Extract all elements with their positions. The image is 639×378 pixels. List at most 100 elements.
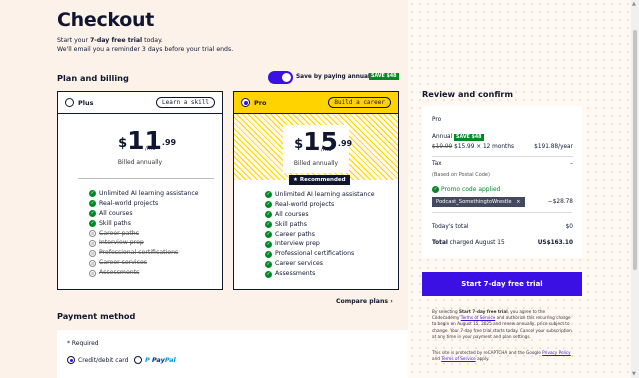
compare-plans-label: Compare plans xyxy=(336,298,389,305)
subtitle-bold: 7-day free trial xyxy=(89,37,143,44)
feature-item: ✓ Unlimited AI learning assistance xyxy=(89,189,199,199)
feature-text: Career services xyxy=(99,259,148,267)
feature-list: ✓ Unlimited AI learning assistance ✓ Real-w… xyxy=(265,190,375,279)
feature-item: ✓ Professional certifications xyxy=(265,249,375,259)
feature-text: Skill paths xyxy=(275,220,307,228)
recommended-badge: ★ Recommended xyxy=(289,175,350,185)
price-cents: .99 xyxy=(161,138,177,147)
recaptcha-b: and xyxy=(432,356,442,362)
subtitle-suffix: today. xyxy=(142,37,163,44)
plan-card-plus[interactable]: Plus Learn a skill $11.99 /mo Billed ann… xyxy=(57,91,223,290)
recommended-label: Recommended xyxy=(299,177,346,183)
review-card: Pro Annual SAVE $48 $19.99 $15.99 × 12 m… xyxy=(422,106,582,258)
currency-symbol: $ xyxy=(294,137,304,152)
feature-text: Interview prep xyxy=(99,239,144,247)
scroll-up-icon[interactable]: ▲ xyxy=(632,1,636,7)
check-circle-icon: ✓ xyxy=(265,270,272,278)
feature-text: Assessments xyxy=(275,270,316,278)
paypal-word-a: Pay xyxy=(152,356,165,364)
paypal-word-b: Pal xyxy=(164,356,176,364)
card-label[interactable]: Credit/debit card xyxy=(78,357,128,364)
feature-item: ✓ Skill paths xyxy=(89,219,199,229)
check-circle-icon: ✓ xyxy=(265,191,272,199)
plan-tag: Build a career xyxy=(328,97,391,108)
paypal-radio[interactable] xyxy=(134,356,142,364)
lock-circle-icon: ⊘ xyxy=(89,259,96,267)
payment-method-card: * Required Credit/debit card P PayPal xyxy=(57,330,408,378)
check-circle-icon: ✓ xyxy=(89,190,96,198)
promo-code: Podcast_SomethingtoWrestle xyxy=(436,199,512,205)
annual-total: $191.88/year xyxy=(534,144,573,150)
check-circle-icon: ✓ xyxy=(265,231,272,238)
feature-text: Assessments xyxy=(99,269,140,277)
card-radio[interactable] xyxy=(67,356,75,364)
scroll-thumb[interactable] xyxy=(633,30,637,270)
feature-item: ⊘ Professional certifications xyxy=(89,248,199,258)
plan-billing-title: Plan and billing xyxy=(57,73,129,83)
divider xyxy=(432,212,572,213)
reminder-subtitle: We'll email you a reminder 3 days before… xyxy=(57,46,234,53)
feature-item: ✓ Real-world projects xyxy=(89,199,199,209)
promo-code-chip: Podcast_SomethingtoWrestle × xyxy=(432,197,525,207)
annual-label: Annual xyxy=(432,134,453,140)
feature-text: Professional certifications xyxy=(99,249,179,257)
feature-item: ✓ Unlimited AI learning assistance xyxy=(265,190,375,200)
tax-note: (Based on Postal Code) xyxy=(432,172,490,178)
billed-note: Billed annually xyxy=(293,160,339,167)
plan-card-pro[interactable]: Pro Build a career $15.99 /mo Billed ann… xyxy=(233,91,399,290)
recaptcha-a: This site is protected by reCAPTCHA and … xyxy=(432,350,543,355)
new-price: $15.99 × 12 months xyxy=(454,144,515,150)
feature-item: ✓ Career paths xyxy=(265,230,375,240)
scroll-down-icon[interactable]: ▼ xyxy=(632,371,636,377)
feature-text: Interview prep xyxy=(275,240,320,248)
terms-a: By selecting xyxy=(432,309,459,314)
close-icon[interactable]: × xyxy=(516,199,520,205)
feature-text: All courses xyxy=(99,209,133,217)
feature-item: ⊘ Career paths xyxy=(89,229,199,239)
promo-applied-label: Promo code applied xyxy=(441,186,501,193)
start-trial-button[interactable]: Start 7-day free trial xyxy=(422,272,582,296)
total-bold: Total xyxy=(432,240,448,246)
feature-list: ✓ Unlimited AI learning assistance ✓ Real-w… xyxy=(89,189,199,278)
check-circle-icon: ✓ xyxy=(265,240,272,248)
plan-radio-pro[interactable] xyxy=(241,98,250,107)
price-box: $11.99 /mo Billed annually xyxy=(107,124,177,172)
check-circle-icon: ✓ xyxy=(89,210,96,218)
review-title: Review and confirm xyxy=(422,89,513,99)
privacy-policy-link[interactable]: Privacy Policy xyxy=(542,350,571,355)
today-total-label: Today's total xyxy=(432,224,469,230)
promo-status: ✓ Promo code applied xyxy=(432,186,500,193)
plan-name: Pro xyxy=(254,99,267,107)
feature-text: Skill paths xyxy=(99,219,131,227)
old-price: $19.99 xyxy=(432,144,453,150)
compare-plans-link[interactable]: Compare plans › xyxy=(336,298,393,305)
feature-item: ✓ All courses xyxy=(89,209,199,219)
plan-tag: Learn a skill xyxy=(156,97,215,108)
price-area: $11.99 /mo Billed annually xyxy=(58,114,222,180)
check-circle-icon: ✓ xyxy=(265,221,272,229)
page-scrollbar[interactable]: ▲ ▼ xyxy=(631,0,639,378)
plan-header: Pro Build a career xyxy=(234,92,398,114)
feature-item: ✓ Interview prep xyxy=(265,239,375,249)
page-title: Checkout xyxy=(57,9,155,31)
terms-of-service-link[interactable]: Terms of Service xyxy=(441,356,476,361)
feature-text: All courses xyxy=(275,210,309,218)
feature-item: ⊘ Career services xyxy=(89,258,199,268)
feature-item: ✓ Assessments xyxy=(265,269,375,279)
feature-item: ⊘ Assessments xyxy=(89,268,199,278)
lock-circle-icon: ⊘ xyxy=(89,249,96,257)
paypal-logo[interactable]: P PayPal xyxy=(145,356,176,364)
total-value: US$163.10 xyxy=(537,240,573,246)
annual-billing-toggle[interactable] xyxy=(268,71,293,84)
price-period: /mo xyxy=(321,147,332,153)
plan-radio-plus[interactable] xyxy=(65,98,74,107)
total-rest: charged August 15 xyxy=(447,240,505,246)
divider xyxy=(78,178,214,179)
tax-label: Tax xyxy=(432,161,442,167)
terms-b: Start 7-day free trial xyxy=(458,309,508,314)
feature-item: ✓ All courses xyxy=(265,210,375,220)
feature-text: Career services xyxy=(275,260,324,268)
feature-item: ⊘ Interview prep xyxy=(89,238,199,248)
billed-note: Billed annually xyxy=(117,159,163,166)
terms-link[interactable]: Terms of Service xyxy=(461,315,496,320)
